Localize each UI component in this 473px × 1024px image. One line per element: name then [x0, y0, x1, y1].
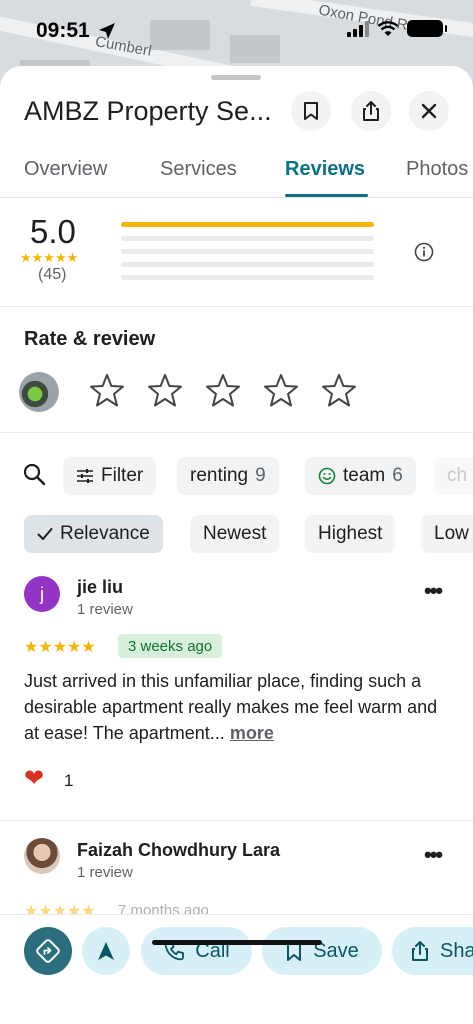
topic-chip-count: 6	[392, 465, 403, 486]
sort-relevance[interactable]: Relevance	[24, 515, 163, 553]
share-icon	[363, 101, 379, 121]
share-icon	[412, 941, 428, 961]
reviewer-avatar[interactable]	[24, 838, 60, 874]
review-text: Just arrived in this unfamiliar place, f…	[24, 668, 444, 746]
heart-reaction-icon[interactable]: ❤	[24, 764, 44, 793]
user-avatar	[19, 372, 59, 412]
topic-chip-partial[interactable]: ch	[434, 457, 473, 495]
checkmark-icon	[37, 528, 53, 540]
sort-label: Newest	[203, 523, 267, 544]
rating-bar-fill	[121, 222, 374, 227]
sort-lowest[interactable]: Low	[421, 515, 473, 553]
place-title: AMBZ Property Se...	[24, 96, 272, 126]
reviewer-name[interactable]: jie liu	[77, 577, 123, 598]
rating-bar-4	[121, 236, 374, 241]
bookmark-icon	[304, 102, 318, 120]
status-bar: 09:51	[0, 0, 473, 60]
location-arrow-icon	[99, 23, 115, 39]
battery-icon	[407, 20, 447, 37]
close-icon	[421, 103, 437, 119]
sort-newest[interactable]: Newest	[190, 515, 280, 553]
status-time: 09:51	[36, 19, 90, 42]
directions-button[interactable]	[24, 927, 72, 975]
sort-label: Highest	[318, 523, 383, 544]
rate-star-5-icon[interactable]	[319, 371, 359, 411]
drag-handle[interactable]	[211, 75, 261, 80]
topic-chip-renting[interactable]: renting 9	[177, 457, 279, 495]
navigation-arrow-icon	[98, 942, 114, 960]
review-stars: ★★★★★	[24, 639, 96, 656]
average-stars: ★★★★★	[20, 250, 79, 265]
tab-services[interactable]: Services	[160, 158, 237, 181]
reviewer-meta: 1 review	[77, 864, 133, 881]
filter-chip-label: Filter	[101, 465, 144, 486]
reviewer-name[interactable]: Faizah Chowdhury Lara	[77, 840, 280, 861]
close-button[interactable]	[409, 91, 449, 131]
rating-bar-5	[121, 222, 374, 227]
topic-chip-team[interactable]: team 6	[305, 457, 416, 495]
bookmark-button[interactable]	[291, 91, 331, 131]
start-navigation-button[interactable]	[82, 927, 130, 975]
reviewer-avatar[interactable]: j	[24, 576, 60, 612]
tab-overview[interactable]: Overview	[24, 158, 107, 181]
average-rating: 5.0	[30, 213, 76, 250]
review-count: (45)	[38, 266, 67, 283]
share-action-button[interactable]: Sha	[392, 927, 473, 975]
rate-review-title: Rate & review	[24, 328, 156, 350]
rating-bar-3	[121, 249, 374, 254]
topic-chip-count: 9	[255, 465, 266, 486]
divider	[0, 306, 473, 307]
info-icon[interactable]	[414, 242, 434, 262]
review-more-menu[interactable]: •••	[424, 578, 443, 604]
home-indicator[interactable]	[152, 940, 322, 945]
share-label: Sha	[440, 939, 473, 962]
rating-bar-2	[121, 262, 374, 267]
smiley-icon	[318, 467, 336, 485]
rate-star-2-icon[interactable]	[145, 371, 185, 411]
save-button[interactable]: Save	[262, 927, 382, 975]
rating-bar-1	[121, 275, 374, 280]
review-date-badge: 3 weeks ago	[118, 634, 223, 658]
tab-photos[interactable]: Photos	[406, 158, 468, 181]
search-icon[interactable]	[22, 462, 46, 486]
filter-chip[interactable]: Filter	[63, 457, 157, 495]
sort-label: Low	[434, 523, 469, 544]
action-bar: Call Save Sha	[0, 914, 473, 1024]
reviewer-meta: 1 review	[77, 601, 133, 618]
reaction-count: 1	[64, 771, 74, 790]
sort-label: Relevance	[60, 523, 150, 544]
tab-bar: Overview Services Reviews Photos	[0, 154, 473, 198]
topic-chip-label: ch	[447, 465, 468, 486]
wifi-icon	[377, 20, 399, 36]
sort-highest[interactable]: Highest	[305, 515, 396, 553]
rate-star-3-icon[interactable]	[203, 371, 243, 411]
review-more-menu[interactable]: •••	[424, 842, 443, 868]
review-more-link[interactable]: more	[230, 723, 274, 743]
directions-icon	[36, 939, 60, 963]
topic-chip-label: renting	[190, 465, 249, 486]
tab-reviews[interactable]: Reviews	[285, 158, 365, 181]
active-tab-indicator	[285, 194, 368, 197]
sliders-icon	[77, 469, 93, 483]
call-button[interactable]: Call	[141, 927, 252, 975]
topic-chip-label: team	[343, 465, 386, 486]
divider	[0, 432, 473, 433]
share-button[interactable]	[351, 91, 391, 131]
place-sheet: AMBZ Property Se... Overview Services Re…	[0, 66, 473, 1024]
rate-star-1-icon[interactable]	[87, 371, 127, 411]
rate-star-4-icon[interactable]	[261, 371, 301, 411]
cellular-signal-icon	[347, 20, 369, 37]
divider	[0, 820, 473, 821]
status-icons	[347, 20, 447, 37]
